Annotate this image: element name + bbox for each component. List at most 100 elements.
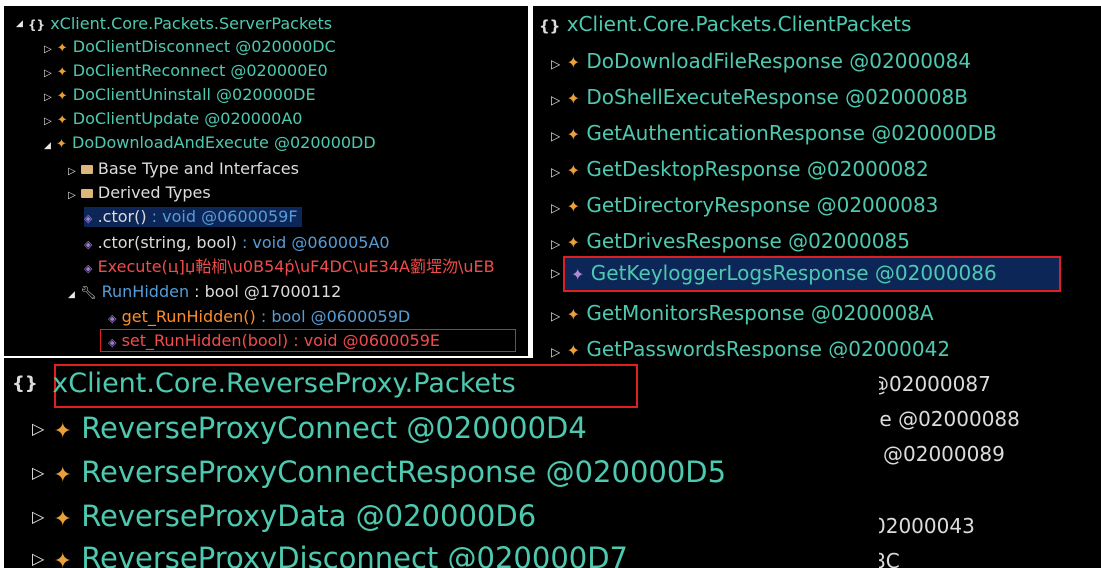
class-icon: ✦ — [566, 197, 580, 216]
method-icon: ◈ — [108, 312, 117, 325]
namespace-node-server-packets[interactable]: ◢ {} xClient.Core.Packets.ServerPackets — [16, 16, 332, 32]
class-icon: ✦ — [56, 89, 68, 104]
class-icon: ✦ — [56, 41, 68, 56]
member-signature: : void @0600059F — [146, 207, 298, 226]
tree-item-class[interactable]: ▷ ✦ DoClientDisconnect @020000DC — [44, 39, 336, 56]
class-label: ReverseProxyConnect @020000D4 — [81, 411, 587, 445]
tree-item-class[interactable]: ▷ ✦ DoShellExecuteResponse @0200008B — [551, 87, 968, 107]
method-icon: ◈ — [84, 262, 93, 275]
tree-item-class[interactable]: ▷ ✦ GetAuthenticationResponse @020000DB — [551, 123, 997, 143]
class-icon: ✦ — [53, 419, 72, 444]
namespace-node-client-packets[interactable]: {} xClient.Core.Packets.ClientPackets — [539, 14, 911, 34]
class-icon: ✦ — [566, 305, 580, 324]
collapse-triangle-icon[interactable]: ◢ — [68, 291, 75, 300]
tree-item-class[interactable]: ▷ ✦ ReverseProxyData @020000D6 — [32, 502, 536, 531]
folder-label: Base Type and Interfaces — [97, 159, 299, 178]
expand-triangle-icon[interactable]: ▷ — [551, 130, 560, 142]
expand-triangle-icon[interactable]: ▷ — [551, 266, 560, 280]
class-label: DoClientUpdate @020000A0 — [72, 109, 303, 128]
member-name: Execute(ц]џ軩㭣\u0B54ṕ\uF4DC\uE34A藰堽沕\uEB — [97, 257, 495, 276]
tree-item-class[interactable]: ▷ ✦ ReverseProxyDisconnect @020000D7 — [32, 544, 628, 568]
collapse-triangle-icon[interactable]: ◢ — [44, 142, 51, 151]
class-icon: ✦ — [566, 53, 580, 72]
tree-folder-derived-types[interactable]: ▷ Derived Types — [68, 185, 211, 201]
tree-item-class[interactable]: ▷ ✦ GetDrivesResponse @02000085 — [551, 231, 910, 251]
partial-item-text: @02000087 — [869, 372, 991, 396]
expand-triangle-icon[interactable]: ▷ — [44, 69, 52, 79]
expand-triangle-icon[interactable]: ▷ — [32, 551, 44, 567]
partial-item-text: @02000089 — [883, 442, 1005, 466]
tree-member-getter[interactable]: ◈ get_RunHidden() : bool @0600059D — [108, 309, 410, 325]
tree-item-class[interactable]: ▷ ✦ DoDownloadFileResponse @02000084 — [551, 51, 971, 71]
server-packets-tree: ◢ {} xClient.Core.Packets.ServerPackets … — [4, 6, 528, 356]
class-icon: ✦ — [56, 65, 68, 80]
folder-icon — [80, 189, 93, 198]
class-label: DoShellExecuteResponse @0200008B — [586, 85, 968, 109]
member-signature: : bool @0600059D — [255, 307, 411, 326]
tree-item-class[interactable]: ▷ ✦ DoClientUninstall @020000DE — [44, 85, 316, 104]
class-label: ReverseProxyDisconnect @020000D7 — [81, 541, 628, 568]
expand-triangle-icon[interactable]: ▷ — [551, 238, 560, 250]
class-label: GetKeyloggerLogsResponse @02000086 — [590, 261, 997, 285]
tree-item-class[interactable]: ▷ ✦ GetMonitorsResponse @0200008A — [551, 303, 934, 323]
folder-label: Derived Types — [97, 183, 211, 202]
expand-triangle-icon[interactable]: ▷ — [551, 346, 560, 358]
method-icon: ◈ — [84, 238, 93, 251]
expand-triangle-icon[interactable]: ▷ — [32, 421, 44, 437]
class-label: GetDesktopResponse @02000082 — [586, 157, 929, 181]
expand-triangle-icon[interactable]: ▷ — [32, 465, 44, 481]
partial-item-text: se @02000088 — [869, 407, 1020, 431]
tree-item-class-keylogger-selected[interactable]: ✦ GetKeyloggerLogsResponse @02000086 — [571, 263, 997, 283]
tree-member-ctor-selected[interactable]: ◈ .ctor() : void @0600059F — [84, 207, 302, 227]
tree-item-class[interactable]: ▷ ✦ ReverseProxyConnect @020000D4 — [32, 414, 587, 443]
namespace-icon: {} — [12, 373, 38, 394]
class-icon: ✦ — [571, 265, 585, 284]
tree-member-execute[interactable]: ◈ Execute(ц]џ軩㭣\u0B54ṕ\uF4DC\uE34A藰堽沕\uE… — [84, 259, 495, 275]
tree-member-setter[interactable]: ◈ set_RunHidden(bool) : void @0600059E — [108, 333, 440, 349]
class-icon: ✦ — [566, 89, 580, 108]
member-name: get_RunHidden() — [121, 307, 256, 326]
tree-property-runhidden[interactable]: ◢ 🔧︎ RunHidden : bool @17000112 — [68, 282, 341, 301]
member-name: .ctor(string, bool) — [97, 233, 237, 252]
namespace-label: xClient.Core.Packets.ClientPackets — [566, 12, 912, 36]
class-label: DoDownloadAndExecute @020000DD — [72, 133, 376, 152]
expand-triangle-icon[interactable]: ▷ — [44, 93, 52, 103]
tree-item-class[interactable]: ▷ ✦ DoClientUpdate @020000A0 — [44, 109, 303, 128]
class-icon: ✦ — [566, 233, 580, 252]
tree-item-class[interactable]: ▷ ✦ DoClientReconnect @020000E0 — [44, 63, 328, 80]
namespace-label: xClient.Core.ReverseProxy.Packets — [52, 368, 516, 399]
tree-item-class[interactable]: ▷ ✦ GetDirectoryResponse @02000083 — [551, 195, 938, 215]
tree-item-class-expanded[interactable]: ◢ ✦ DoDownloadAndExecute @020000DD — [44, 133, 376, 152]
class-label: ReverseProxyConnectResponse @020000D5 — [81, 455, 727, 489]
class-icon: ✦ — [53, 463, 72, 488]
property-name: RunHidden — [101, 282, 190, 301]
expand-triangle-icon[interactable]: ▷ — [551, 166, 560, 178]
expand-triangle-icon[interactable]: ▷ — [551, 94, 560, 106]
namespace-icon: {} — [28, 18, 46, 32]
class-label: GetAuthenticationResponse @020000DB — [586, 121, 997, 145]
class-icon: ✦ — [566, 125, 580, 144]
collapse-triangle-icon[interactable]: ◢ — [16, 20, 23, 29]
expand-triangle-icon[interactable]: ▷ — [68, 167, 76, 177]
member-name: set_RunHidden(bool) : void @0600059E — [121, 331, 441, 350]
tree-member-ctor[interactable]: ◈ .ctor(string, bool) : void @060005A0 — [84, 235, 390, 251]
tree-item-class[interactable]: ▷ ✦ GetDesktopResponse @02000082 — [551, 159, 929, 179]
class-icon: ✦ — [56, 137, 67, 152]
expand-triangle-icon[interactable]: ▷ — [551, 310, 560, 322]
expand-triangle-icon[interactable]: ▷ — [551, 202, 560, 214]
class-icon: ✦ — [566, 341, 580, 360]
expand-triangle-icon[interactable]: ▷ — [32, 509, 44, 525]
folder-icon — [80, 165, 93, 174]
class-icon: ✦ — [566, 161, 580, 180]
class-label: DoClientUninstall @020000DE — [72, 85, 316, 104]
class-icon: ✦ — [56, 113, 68, 128]
expand-triangle-icon[interactable]: ▷ — [68, 191, 76, 201]
expand-triangle-icon[interactable]: ▷ — [551, 58, 560, 70]
tree-item-class[interactable]: ▷ ✦ GetPasswordsResponse @02000042 — [551, 339, 950, 359]
tree-folder-base-types[interactable]: ▷ Base Type and Interfaces — [68, 161, 299, 177]
expand-triangle-icon[interactable]: ▷ — [44, 45, 52, 55]
class-icon: ✦ — [53, 507, 72, 532]
tree-item-class[interactable]: ▷ ✦ ReverseProxyConnectResponse @020000D… — [32, 458, 726, 487]
expand-triangle-icon[interactable]: ▷ — [44, 117, 52, 127]
namespace-node-reverse-proxy[interactable]: {} xClient.Core.ReverseProxy.Packets — [12, 370, 516, 397]
